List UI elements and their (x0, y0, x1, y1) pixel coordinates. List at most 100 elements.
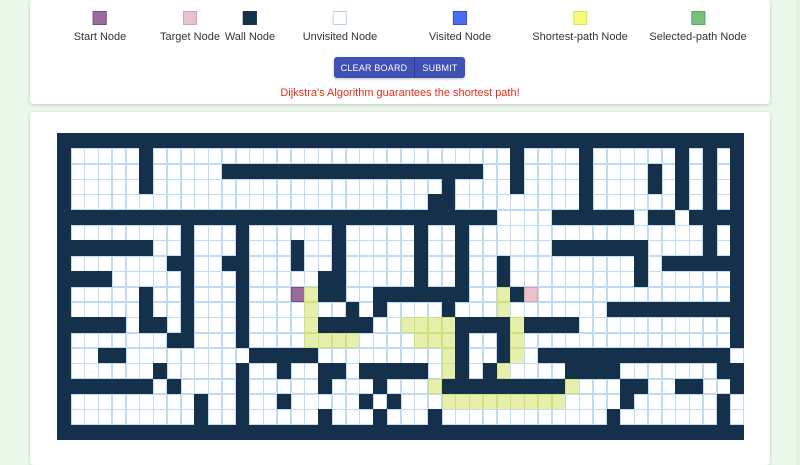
unvisited-node[interactable] (510, 240, 525, 257)
unvisited-node[interactable] (331, 179, 347, 195)
unvisited-node[interactable] (194, 286, 209, 303)
unvisited-node[interactable] (400, 148, 415, 165)
wall-node[interactable] (194, 393, 209, 410)
wall-node[interactable] (579, 179, 594, 195)
unvisited-node[interactable] (524, 363, 539, 380)
unvisited-node[interactable] (290, 271, 305, 287)
unvisited-node[interactable] (84, 347, 99, 364)
unvisited-node[interactable] (359, 286, 374, 303)
unvisited-node[interactable] (386, 255, 401, 272)
unvisited-node[interactable] (386, 225, 401, 241)
unvisited-node[interactable] (386, 179, 401, 195)
unvisited-node[interactable] (221, 194, 237, 211)
unvisited-node[interactable] (263, 240, 278, 257)
unvisited-node[interactable] (208, 378, 223, 395)
wall-node[interactable] (111, 424, 127, 441)
unvisited-node[interactable] (647, 378, 663, 395)
unvisited-node[interactable] (263, 271, 278, 287)
wall-node[interactable] (689, 347, 704, 364)
wall-node[interactable] (565, 317, 580, 334)
wall-node[interactable] (166, 133, 182, 149)
unvisited-node[interactable] (524, 271, 539, 287)
unvisited-node[interactable] (634, 393, 649, 410)
path-node[interactable] (482, 393, 498, 410)
wall-node[interactable] (441, 378, 456, 395)
unvisited-node[interactable] (469, 332, 484, 349)
unvisited-node[interactable] (331, 409, 347, 426)
unvisited-node[interactable] (359, 271, 374, 287)
wall-node[interactable] (592, 209, 608, 226)
wall-node[interactable] (57, 363, 72, 380)
unvisited-node[interactable] (592, 255, 608, 272)
unvisited-node[interactable] (510, 225, 525, 241)
unvisited-node[interactable] (276, 255, 292, 272)
wall-node[interactable] (276, 424, 292, 441)
unvisited-node[interactable] (634, 179, 649, 195)
wall-node[interactable] (290, 347, 305, 364)
wall-node[interactable] (180, 317, 195, 334)
unvisited-node[interactable] (482, 179, 498, 195)
unvisited-node[interactable] (620, 194, 635, 211)
wall-node[interactable] (730, 255, 745, 272)
unvisited-node[interactable] (496, 179, 511, 195)
wall-node[interactable] (70, 317, 85, 334)
unvisited-node[interactable] (276, 286, 292, 303)
unvisited-node[interactable] (98, 148, 113, 165)
unvisited-node[interactable] (221, 240, 237, 257)
path-node[interactable] (345, 332, 360, 349)
unvisited-node[interactable] (634, 163, 649, 180)
unvisited-node[interactable] (98, 194, 113, 211)
unvisited-node[interactable] (414, 347, 429, 364)
wall-node[interactable] (702, 240, 717, 257)
unvisited-node[interactable] (290, 332, 305, 349)
unvisited-node[interactable] (139, 271, 154, 287)
wall-node[interactable] (469, 317, 484, 334)
unvisited-node[interactable] (400, 194, 415, 211)
wall-node[interactable] (235, 424, 250, 441)
unvisited-node[interactable] (180, 194, 195, 211)
wall-node[interactable] (661, 301, 676, 318)
unvisited-node[interactable] (400, 225, 415, 241)
wall-node[interactable] (634, 133, 649, 149)
unvisited-node[interactable] (427, 225, 443, 241)
unvisited-node[interactable] (414, 393, 429, 410)
wall-node[interactable] (57, 209, 72, 226)
unvisited-node[interactable] (469, 148, 484, 165)
unvisited-node[interactable] (482, 148, 498, 165)
unvisited-node[interactable] (661, 317, 676, 334)
unvisited-node[interactable] (276, 240, 292, 257)
wall-node[interactable] (702, 194, 717, 211)
unvisited-node[interactable] (606, 163, 621, 180)
unvisited-node[interactable] (400, 378, 415, 395)
wall-node[interactable] (318, 133, 333, 149)
wall-node[interactable] (565, 240, 580, 257)
wall-node[interactable] (125, 209, 140, 226)
unvisited-node[interactable] (249, 286, 264, 303)
unvisited-node[interactable] (318, 393, 333, 410)
wall-node[interactable] (730, 363, 745, 380)
unvisited-node[interactable] (496, 225, 511, 241)
unvisited-node[interactable] (373, 317, 388, 334)
wall-node[interactable] (716, 301, 731, 318)
wall-node[interactable] (441, 133, 456, 149)
path-node[interactable] (441, 332, 456, 349)
wall-node[interactable] (675, 179, 690, 195)
unvisited-node[interactable] (276, 179, 292, 195)
unvisited-node[interactable] (537, 286, 553, 303)
wall-node[interactable] (661, 209, 676, 226)
unvisited-node[interactable] (606, 271, 621, 287)
wall-node[interactable] (579, 133, 594, 149)
unvisited-node[interactable] (84, 286, 99, 303)
wall-node[interactable] (441, 286, 456, 303)
unvisited-node[interactable] (524, 240, 539, 257)
wall-node[interactable] (620, 133, 635, 149)
wall-node[interactable] (565, 424, 580, 441)
unvisited-node[interactable] (441, 255, 456, 272)
wall-node[interactable] (98, 209, 113, 226)
path-node[interactable] (304, 286, 319, 303)
wall-node[interactable] (606, 209, 621, 226)
wall-node[interactable] (579, 424, 594, 441)
unvisited-node[interactable] (675, 271, 690, 287)
wall-node[interactable] (634, 347, 649, 364)
unvisited-node[interactable] (524, 409, 539, 426)
